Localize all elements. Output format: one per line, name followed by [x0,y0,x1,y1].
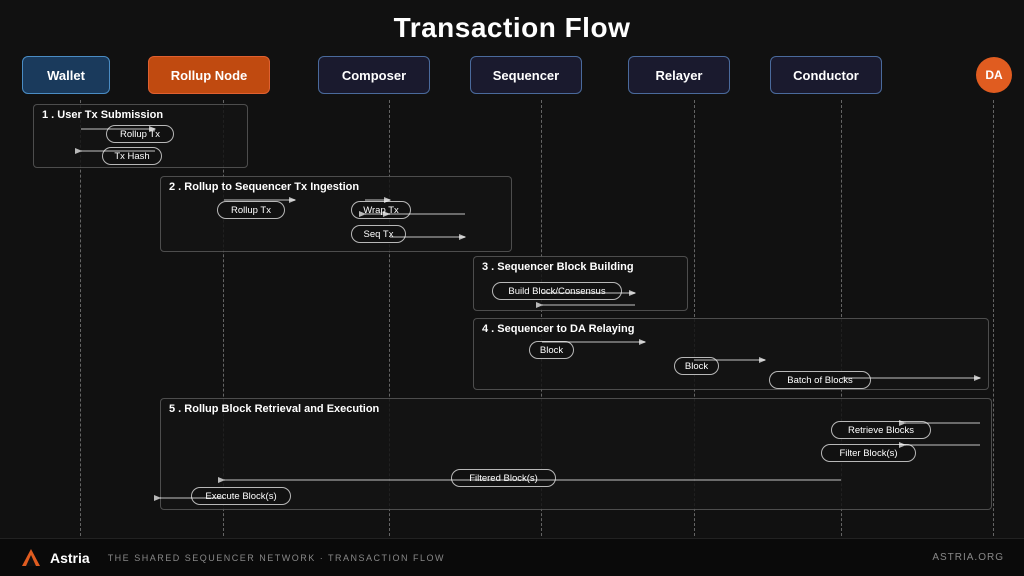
wallet-label: Wallet [22,56,110,94]
section1-box: 1 . User Tx Submission Rollup Tx Tx Hash [33,104,248,168]
section4-label: 4 . Sequencer to DA Relaying [482,323,634,335]
section2-box: 2 . Rollup to Sequencer Tx Ingestion Rol… [160,176,512,252]
da-icon: DA [976,57,1012,93]
footer-logo: Astria [20,547,90,569]
filter-blocks-pill: Filter Block(s) [821,444,916,462]
rollup-tx-pill-1: Rollup Tx [106,125,174,143]
footer-brand: Astria [50,550,90,566]
tx-hash-pill: Tx Hash [102,147,162,165]
build-block-pill: Build Block/Consensus [492,282,622,300]
section3-box: 3 . Sequencer Block Building Build Block… [473,256,688,311]
section5-label: 5 . Rollup Block Retrieval and Execution [169,403,379,415]
section2-label: 2 . Rollup to Sequencer Tx Ingestion [169,181,359,193]
wrap-tx-pill: Wrap Tx [351,201,411,219]
sequencer-label: Sequencer [470,56,582,94]
block-pill-1: Block [529,341,574,359]
section3-label: 3 . Sequencer Block Building [482,261,634,273]
astria-logo-icon [20,547,42,569]
section1-label: 1 . User Tx Submission [42,109,163,121]
rollup-node-label: Rollup Node [148,56,270,94]
vline-da [993,100,994,536]
footer-tagline: THE SHARED SEQUENCER NETWORK · TRANSACTI… [108,553,445,563]
batch-of-blocks-pill: Batch of Blocks [769,371,871,389]
relayer-label: Relayer [628,56,730,94]
execute-blocks-pill: Execute Block(s) [191,487,291,505]
filtered-blocks-pill: Filtered Block(s) [451,469,556,487]
footer-url: ASTRIA.ORG [932,552,1004,563]
footer: Astria THE SHARED SEQUENCER NETWORK · TR… [0,538,1024,576]
page-title: Transaction Flow [0,0,1024,44]
rollup-tx-pill-2: Rollup Tx [217,201,285,219]
seq-tx-pill: Seq Tx [351,225,406,243]
retrieve-blocks-pill: Retrieve Blocks [831,421,931,439]
diagram-area: 1 . User Tx Submission Rollup Tx Tx Hash… [15,100,1009,536]
section4-box: 4 . Sequencer to DA Relaying Block Block… [473,318,989,390]
block-pill-2: Block [674,357,719,375]
main-container: Transaction Flow Wallet Rollup Node Comp… [0,0,1024,576]
section5-box: 5 . Rollup Block Retrieval and Execution… [160,398,992,510]
conductor-label: Conductor [770,56,882,94]
composer-label: Composer [318,56,430,94]
